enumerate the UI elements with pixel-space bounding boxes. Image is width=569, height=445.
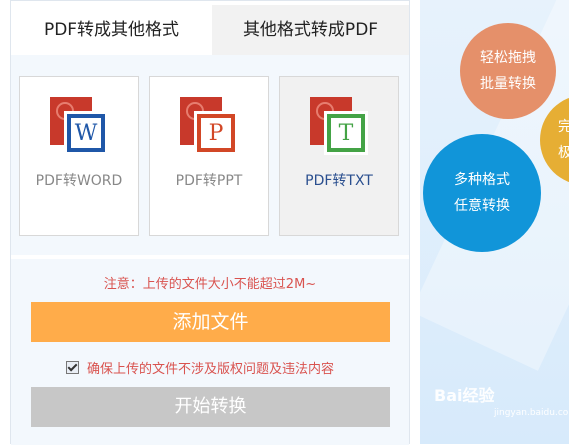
upload-section: 注意：上传的文件大小不能超过2M~ 添加文件 确保上传的文件不涉及版权问题及违法… bbox=[11, 259, 409, 445]
tab-bar: PDF转成其他格式 其他格式转成PDF bbox=[11, 5, 409, 55]
card-label: PDF转TXT bbox=[305, 173, 373, 189]
card-pdf-to-txt[interactable]: T PDF转TXT bbox=[279, 76, 399, 236]
pdf-to-ppt-icon: P bbox=[180, 97, 238, 157]
bubble-multi-format: 多种格式 任意转换 bbox=[423, 134, 541, 252]
promo-banner: 轻松拖拽 批量转换 多种格式 任意转换 完 极 Bai经验 jingyan.ba… bbox=[420, 0, 569, 444]
card-pdf-to-word[interactable]: W PDF转WORD bbox=[19, 76, 139, 236]
converter-panel: PDF转成其他格式 其他格式转成PDF W PDF转WORD P PDF转PPT… bbox=[10, 0, 410, 445]
tab-pdf-to-other[interactable]: PDF转成其他格式 bbox=[11, 5, 212, 55]
add-file-button[interactable]: 添加文件 bbox=[31, 302, 390, 342]
pdf-to-word-icon: W bbox=[50, 97, 108, 157]
format-cards: W PDF转WORD P PDF转PPT T PDF转TXT bbox=[11, 55, 409, 255]
card-label: PDF转PPT bbox=[175, 173, 243, 189]
bubble-drag-batch: 轻松拖拽 批量转换 bbox=[460, 23, 556, 119]
agreement-checkbox[interactable] bbox=[66, 361, 79, 374]
card-pdf-to-ppt[interactable]: P PDF转PPT bbox=[149, 76, 269, 236]
agreement-row: 确保上传的文件不涉及版权问题及违法内容 bbox=[66, 358, 334, 377]
start-convert-button[interactable]: 开始转换 bbox=[31, 387, 390, 427]
tab-other-to-pdf[interactable]: 其他格式转成PDF bbox=[212, 5, 409, 55]
agreement-label: 确保上传的文件不涉及版权问题及违法内容 bbox=[87, 362, 335, 377]
size-notice: 注意：上传的文件大小不能超过2M~ bbox=[103, 277, 317, 292]
card-label: PDF转WORD bbox=[35, 173, 123, 189]
pdf-to-txt-icon: T bbox=[310, 97, 368, 157]
baidu-jingyan-watermark: Bai经验 jingyan.baidu.com bbox=[434, 386, 569, 418]
